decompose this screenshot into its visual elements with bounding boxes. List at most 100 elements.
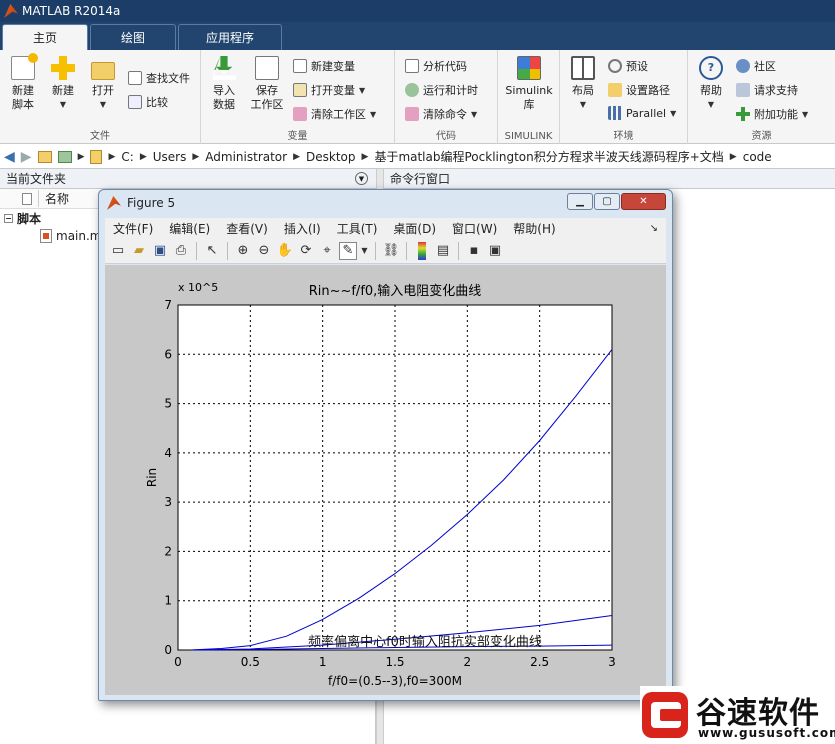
column-name-header[interactable]: 名称 bbox=[38, 190, 69, 207]
tab-plots[interactable]: 绘图 bbox=[90, 24, 176, 50]
up-folder-icon[interactable] bbox=[37, 150, 52, 163]
open-file-icon[interactable]: ▰ bbox=[130, 242, 148, 260]
new-button[interactable]: 新建 ▼ bbox=[46, 56, 80, 112]
menu-view[interactable]: 查看(V) bbox=[218, 220, 276, 237]
menu-file[interactable]: 文件(F) bbox=[105, 220, 161, 237]
open-variable-button[interactable]: 打开变量 ▼ bbox=[293, 82, 365, 98]
request-support-label: 请求支持 bbox=[754, 84, 798, 97]
dock-arrow-icon[interactable]: ↘ bbox=[642, 223, 666, 234]
chevron-down-icon: ▼ bbox=[99, 100, 107, 109]
chevron-right-icon: ▶ bbox=[361, 151, 369, 162]
analyze-code-button[interactable]: 分析代码 bbox=[405, 58, 467, 74]
rotate-icon[interactable]: ⟳ bbox=[297, 242, 315, 260]
toolbar-separator bbox=[227, 241, 228, 260]
menu-insert[interactable]: 插入(I) bbox=[276, 220, 329, 237]
y-tick-label: 3 bbox=[164, 495, 172, 509]
brush-dropdown-icon[interactable]: ▼ bbox=[360, 242, 369, 260]
path-part-code[interactable]: code bbox=[743, 150, 772, 164]
run-time-label: 运行和计时 bbox=[423, 84, 478, 97]
close-button[interactable]: ✕ bbox=[621, 193, 666, 210]
new-variable-icon bbox=[293, 59, 307, 73]
back-arrow-icon[interactable]: ◀ bbox=[4, 149, 15, 165]
layout-icon bbox=[571, 56, 595, 80]
chevron-right-icon: ▶ bbox=[77, 151, 85, 162]
zoom-in-icon[interactable]: ⊕ bbox=[234, 242, 252, 260]
new-figure-icon[interactable]: ▭ bbox=[109, 242, 127, 260]
data-cursor-icon[interactable]: ⌖ bbox=[318, 242, 336, 260]
toolbar-separator bbox=[196, 241, 197, 260]
file-name: main.m bbox=[56, 229, 102, 243]
addons-button[interactable]: 附加功能 ▼ bbox=[736, 106, 808, 122]
ribbon-tabs: 主页 绘图 应用程序 bbox=[0, 22, 835, 50]
brush-icon[interactable]: ✎ bbox=[339, 241, 357, 260]
request-support-button[interactable]: 请求支持 bbox=[736, 82, 798, 98]
path-part-desktop[interactable]: Desktop bbox=[306, 150, 356, 164]
browse-folder-icon[interactable] bbox=[57, 150, 72, 163]
collapse-icon[interactable]: − bbox=[4, 213, 13, 223]
parallel-button[interactable]: Parallel ▼ bbox=[608, 106, 676, 120]
pointer-icon[interactable]: ↖ bbox=[203, 242, 221, 260]
y-tick-label: 5 bbox=[164, 397, 172, 411]
menu-edit[interactable]: 编辑(E) bbox=[161, 220, 218, 237]
figure-toolbar: ▭ ▰ ▣ ⎙ ↖ ⊕ ⊖ ✋ ⟳ ⌖ ✎ ▼ ⛓ ▤ ▪ ▣ bbox=[105, 238, 666, 264]
colorbar-icon[interactable] bbox=[418, 241, 426, 260]
legend-icon[interactable]: ▤ bbox=[434, 242, 452, 260]
open-button[interactable]: 打开 ▼ bbox=[86, 56, 120, 112]
hide-tools-icon[interactable]: ▪ bbox=[465, 242, 483, 260]
current-folder-title: 当前文件夹 bbox=[6, 172, 67, 186]
path-part-users[interactable]: Users bbox=[153, 150, 187, 164]
new-script-icon bbox=[11, 53, 38, 80]
menu-desktop[interactable]: 桌面(D) bbox=[385, 220, 444, 237]
tab-apps[interactable]: 应用程序 bbox=[178, 24, 282, 50]
preferences-button[interactable]: 预设 bbox=[608, 58, 648, 74]
save-icon[interactable]: ▣ bbox=[151, 242, 169, 260]
clear-commands-button[interactable]: 清除命令 ▼ bbox=[405, 106, 477, 122]
clear-workspace-button[interactable]: 清除工作区 ▼ bbox=[293, 106, 376, 122]
menu-tools[interactable]: 工具(T) bbox=[329, 220, 386, 237]
forward-arrow-icon[interactable]: ▶ bbox=[21, 149, 32, 165]
path-part-admin[interactable]: Administrator bbox=[205, 150, 287, 164]
find-files-label: 查找文件 bbox=[146, 72, 190, 85]
set-path-button[interactable]: 设置路径 bbox=[608, 82, 670, 98]
path-part-project[interactable]: 基于matlab编程Pocklington积分方程求半波天线源码程序+文档 bbox=[374, 148, 723, 165]
chevron-down-icon: ▼ bbox=[370, 109, 377, 119]
link-plot-icon[interactable]: ⛓ bbox=[382, 242, 400, 260]
x-tick-label: 3 bbox=[608, 655, 616, 669]
find-files-button[interactable]: 查找文件 bbox=[128, 70, 190, 86]
community-button[interactable]: 社区 bbox=[736, 58, 776, 74]
brand-mark-icon bbox=[642, 692, 688, 738]
path-part-drive[interactable]: C: bbox=[121, 150, 133, 164]
section-resources-label: 资源 bbox=[751, 131, 772, 142]
layout-button[interactable]: 布局 ▼ bbox=[566, 56, 600, 112]
show-tools-icon[interactable]: ▣ bbox=[486, 242, 504, 260]
panel-menu-icon[interactable]: ▼ bbox=[355, 172, 368, 185]
chevron-right-icon: ▶ bbox=[293, 151, 301, 162]
chart[interactable]: 0 0.5 1 1.5 2 2.5 3 0 1 2 3 4 5 6 7 Rin~~f/f0,输入电阻变化曲线 f… bbox=[105, 265, 666, 695]
zoom-out-icon[interactable]: ⊖ bbox=[255, 242, 273, 260]
import-data-button[interactable]: 导入 数据 bbox=[207, 56, 241, 112]
chevron-down-icon: ▼ bbox=[670, 108, 677, 118]
tab-home[interactable]: 主页 bbox=[2, 24, 88, 50]
minimize-button[interactable]: ▁ bbox=[567, 193, 593, 210]
menu-window[interactable]: 窗口(W) bbox=[444, 220, 505, 237]
maximize-button[interactable]: ▢ bbox=[594, 193, 620, 210]
open-label: 打开 bbox=[92, 84, 114, 97]
toolbar-separator bbox=[375, 241, 376, 260]
y-tick-label: 6 bbox=[164, 347, 172, 361]
menu-help[interactable]: 帮助(H) bbox=[505, 220, 563, 237]
new-script-button[interactable]: 新建 脚本 bbox=[6, 53, 40, 112]
help-icon: ? bbox=[699, 56, 723, 80]
print-icon[interactable]: ⎙ bbox=[172, 242, 190, 260]
simulink-icon bbox=[517, 56, 541, 80]
run-time-button[interactable]: 运行和计时 bbox=[405, 82, 478, 98]
new-variable-button[interactable]: 新建变量 bbox=[293, 58, 355, 74]
x-tick-label: 1.5 bbox=[385, 655, 404, 669]
save-workspace-button[interactable]: 保存 工作区 bbox=[247, 56, 287, 112]
section-variable: 导入 数据 保存 工作区 新建变量 打开变量 ▼ 清除工作区 ▼ 变量 bbox=[201, 50, 395, 144]
simulink-library-button[interactable]: Simulink 库 bbox=[504, 56, 554, 112]
chevron-down-icon: ▼ bbox=[707, 100, 715, 109]
y-tick-label: 2 bbox=[164, 544, 172, 558]
compare-button[interactable]: 比较 bbox=[128, 94, 168, 110]
pan-hand-icon[interactable]: ✋ bbox=[276, 242, 294, 260]
help-button[interactable]: ? 帮助 ▼ bbox=[696, 56, 726, 112]
